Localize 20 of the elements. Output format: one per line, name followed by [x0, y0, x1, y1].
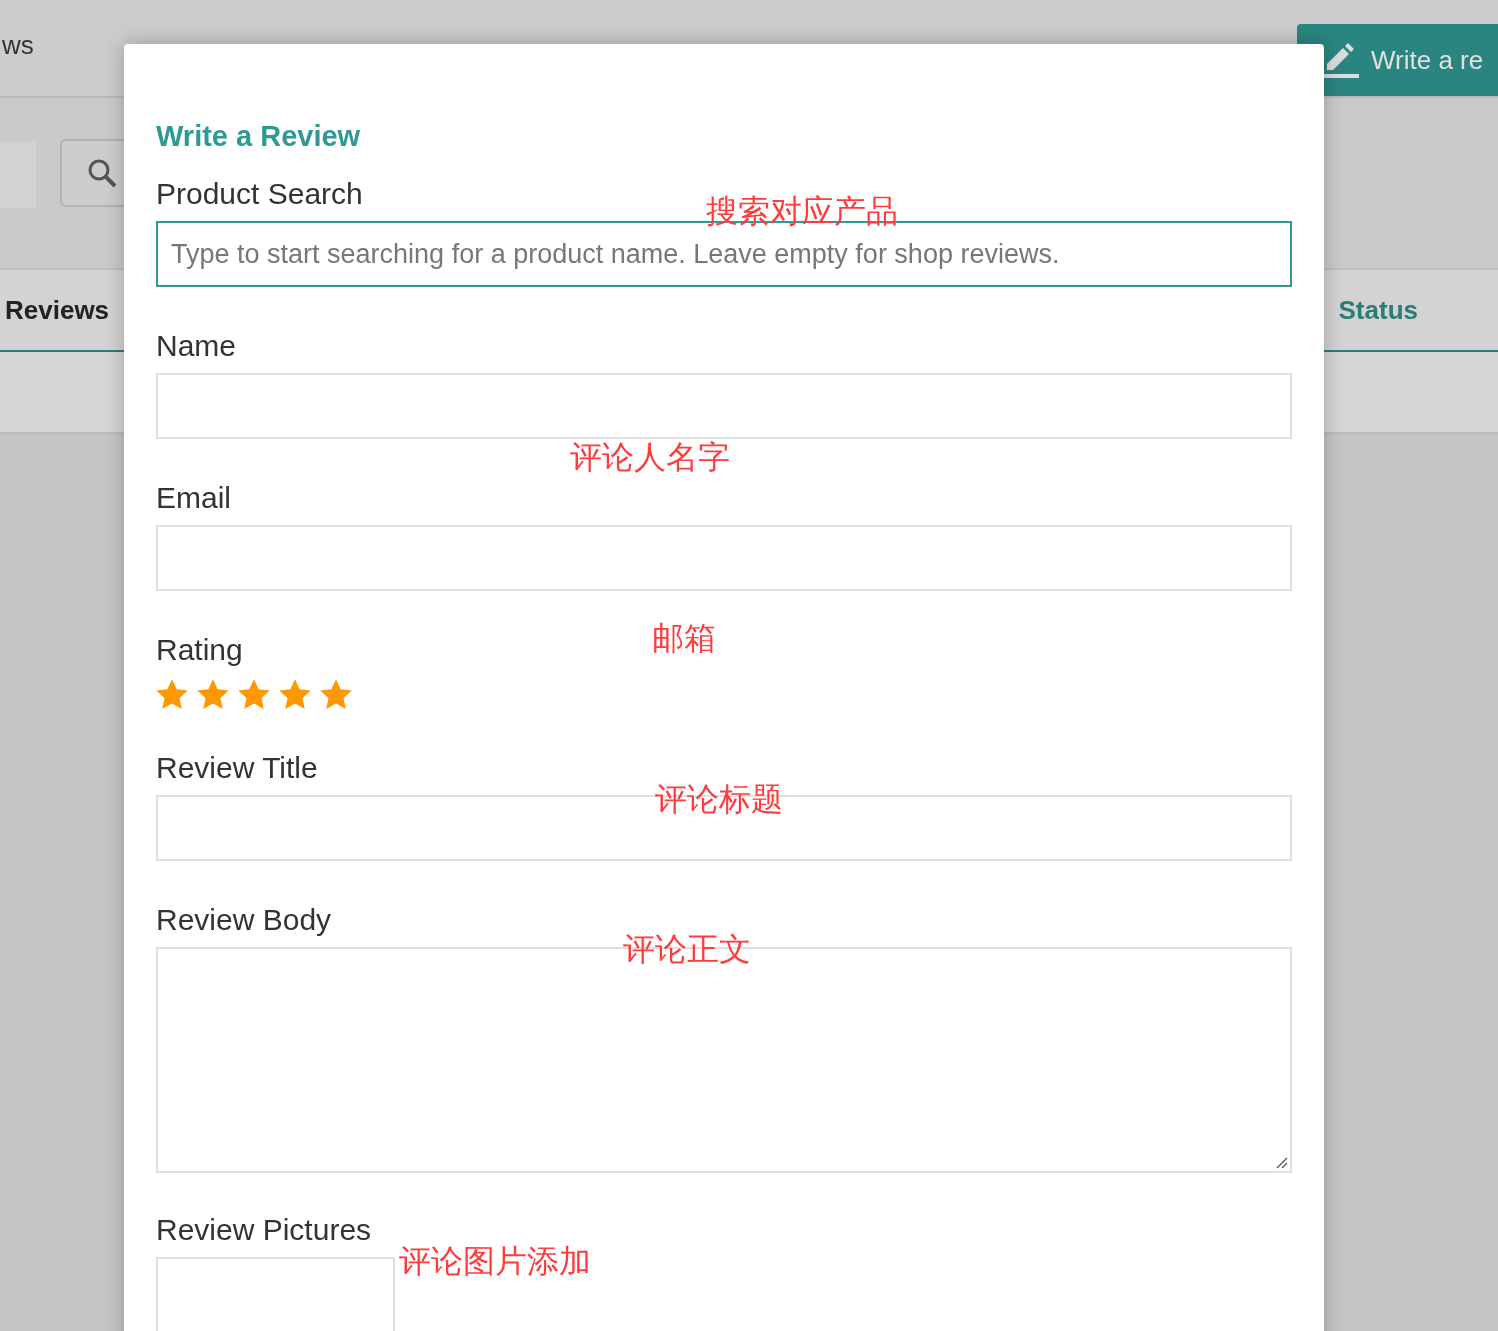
column-header: Status: [1338, 294, 1418, 326]
annotation-text: 邮箱: [652, 618, 716, 659]
field-label: Review Body: [156, 903, 332, 937]
pencil-icon: [1323, 42, 1359, 78]
annotation-text: 评论图片添加: [399, 1241, 591, 1282]
search-icon: [86, 157, 118, 189]
field-label: Name: [156, 329, 237, 363]
field-label: Email: [156, 481, 231, 515]
column-header: Reviews: [5, 294, 110, 326]
field-label: Rating: [156, 633, 243, 667]
annotation-text: 评论人名字: [570, 437, 730, 478]
resize-handle-icon[interactable]: [1274, 1155, 1288, 1169]
dialog-title: Write a Review: [156, 120, 362, 153]
picture-upload-box[interactable]: [156, 1257, 395, 1331]
field-label: Review Pictures: [156, 1213, 372, 1247]
field-label: Product Search: [156, 177, 363, 211]
field-label: Review Title: [156, 751, 318, 785]
annotation-text: 评论正文: [623, 929, 751, 970]
annotation-text: 评论标题: [655, 779, 783, 820]
nav-tab[interactable]: ws: [2, 30, 126, 61]
